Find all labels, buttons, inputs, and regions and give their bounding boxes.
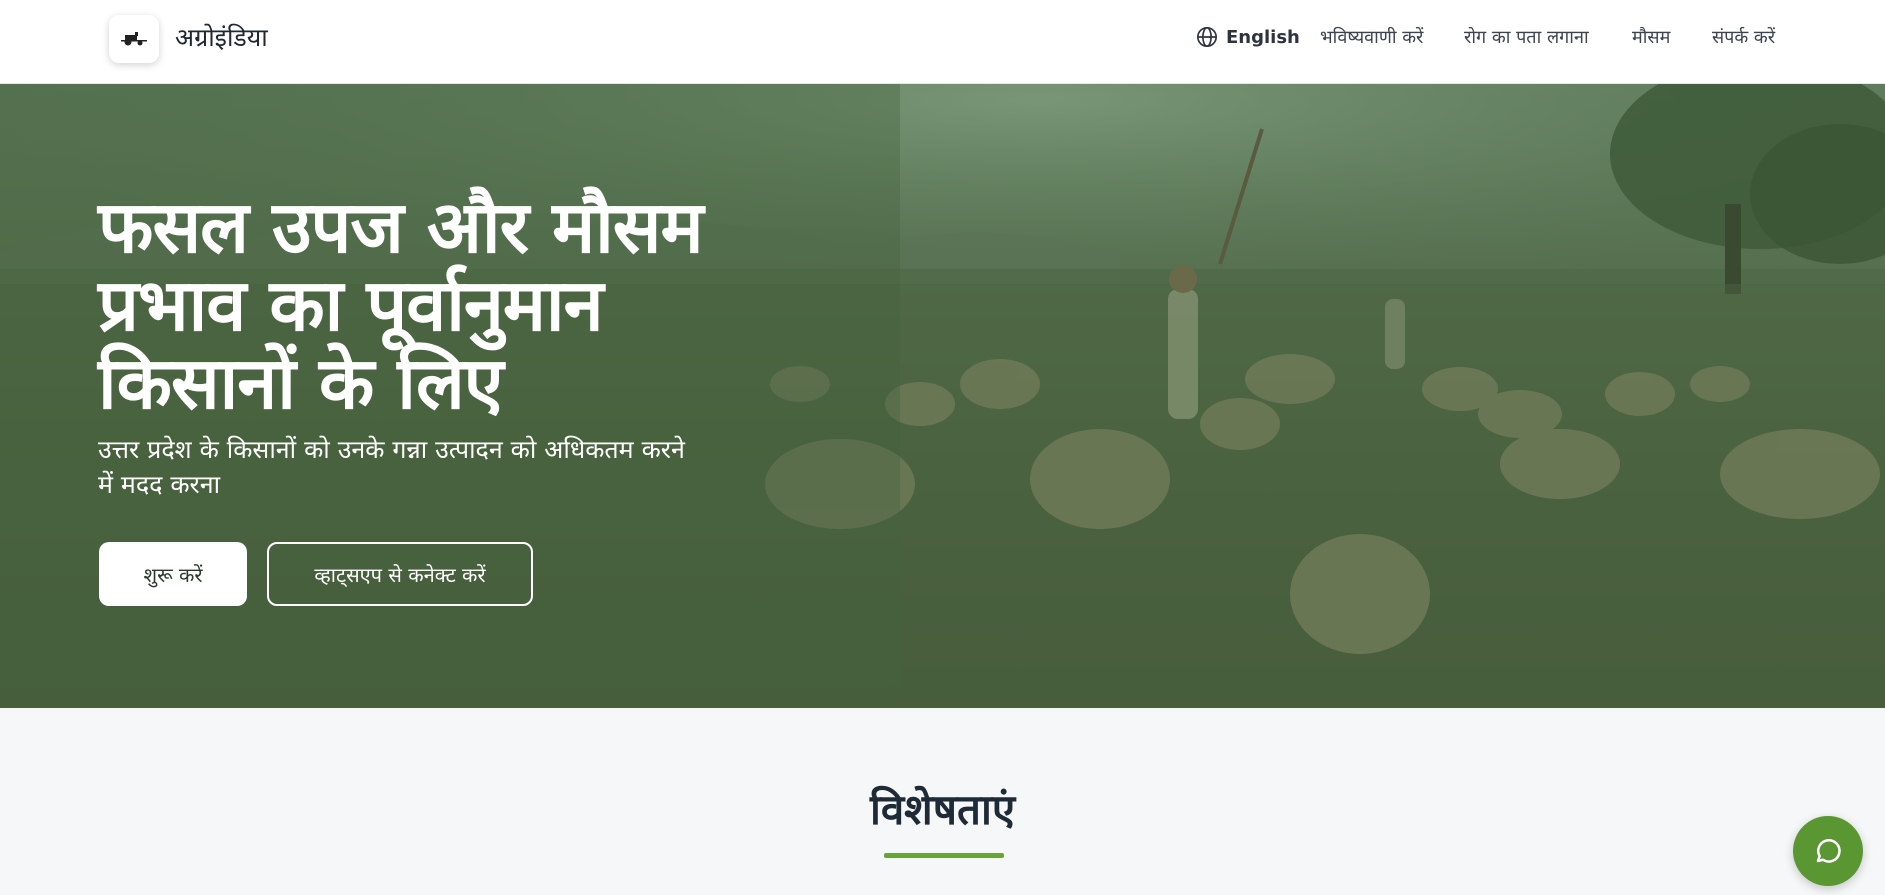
hero-section: फसल उपज और मौसम प्रभाव का पूर्वानुमान कि…	[0, 84, 1885, 708]
logo[interactable]	[109, 15, 159, 63]
globe-icon	[1197, 27, 1217, 47]
brand-name[interactable]: अग्रोइंडिया	[175, 20, 268, 54]
hero-title-line-1: फसल उपज और मौसम	[98, 185, 704, 269]
hero-title: फसल उपज और मौसम प्रभाव का पूर्वानुमान कि…	[98, 188, 858, 422]
get-started-button[interactable]: शुरू करें	[99, 542, 247, 606]
chat-bubble-icon	[1816, 839, 1841, 863]
whatsapp-connect-button[interactable]: व्हाट्सएप से कनेक्ट करें	[267, 542, 533, 606]
hero-subtitle-line-1: उत्तर प्रदेश के किसानों को उनके गन्ना उत…	[98, 435, 685, 464]
chat-button[interactable]	[1793, 816, 1863, 886]
hero-subtitle-line-2: में मदद करना	[98, 470, 221, 499]
language-switcher[interactable]: English	[1196, 26, 1300, 48]
top-navbar: अग्रोइंडिया English भविष्यवाणी करें रोग …	[0, 0, 1885, 84]
nav-contact[interactable]: संपर्क करें	[1712, 25, 1775, 49]
nav-weather[interactable]: मौसम	[1632, 25, 1670, 49]
language-label: English	[1226, 26, 1300, 48]
features-heading-underline	[884, 853, 1004, 858]
hero-title-line-3: किसानों के लिए	[98, 341, 504, 425]
nav-predict[interactable]: भविष्यवाणी करें	[1320, 25, 1423, 49]
features-heading: विशेषताएं	[869, 785, 1016, 834]
hero-subtitle: उत्तर प्रदेश के किसानों को उनके गन्ना उत…	[98, 432, 758, 502]
hero-title-line-2: प्रभाव का पूर्वानुमान	[98, 263, 604, 347]
tractor-icon	[121, 32, 147, 46]
nav-disease-detection[interactable]: रोग का पता लगाना	[1464, 25, 1589, 49]
